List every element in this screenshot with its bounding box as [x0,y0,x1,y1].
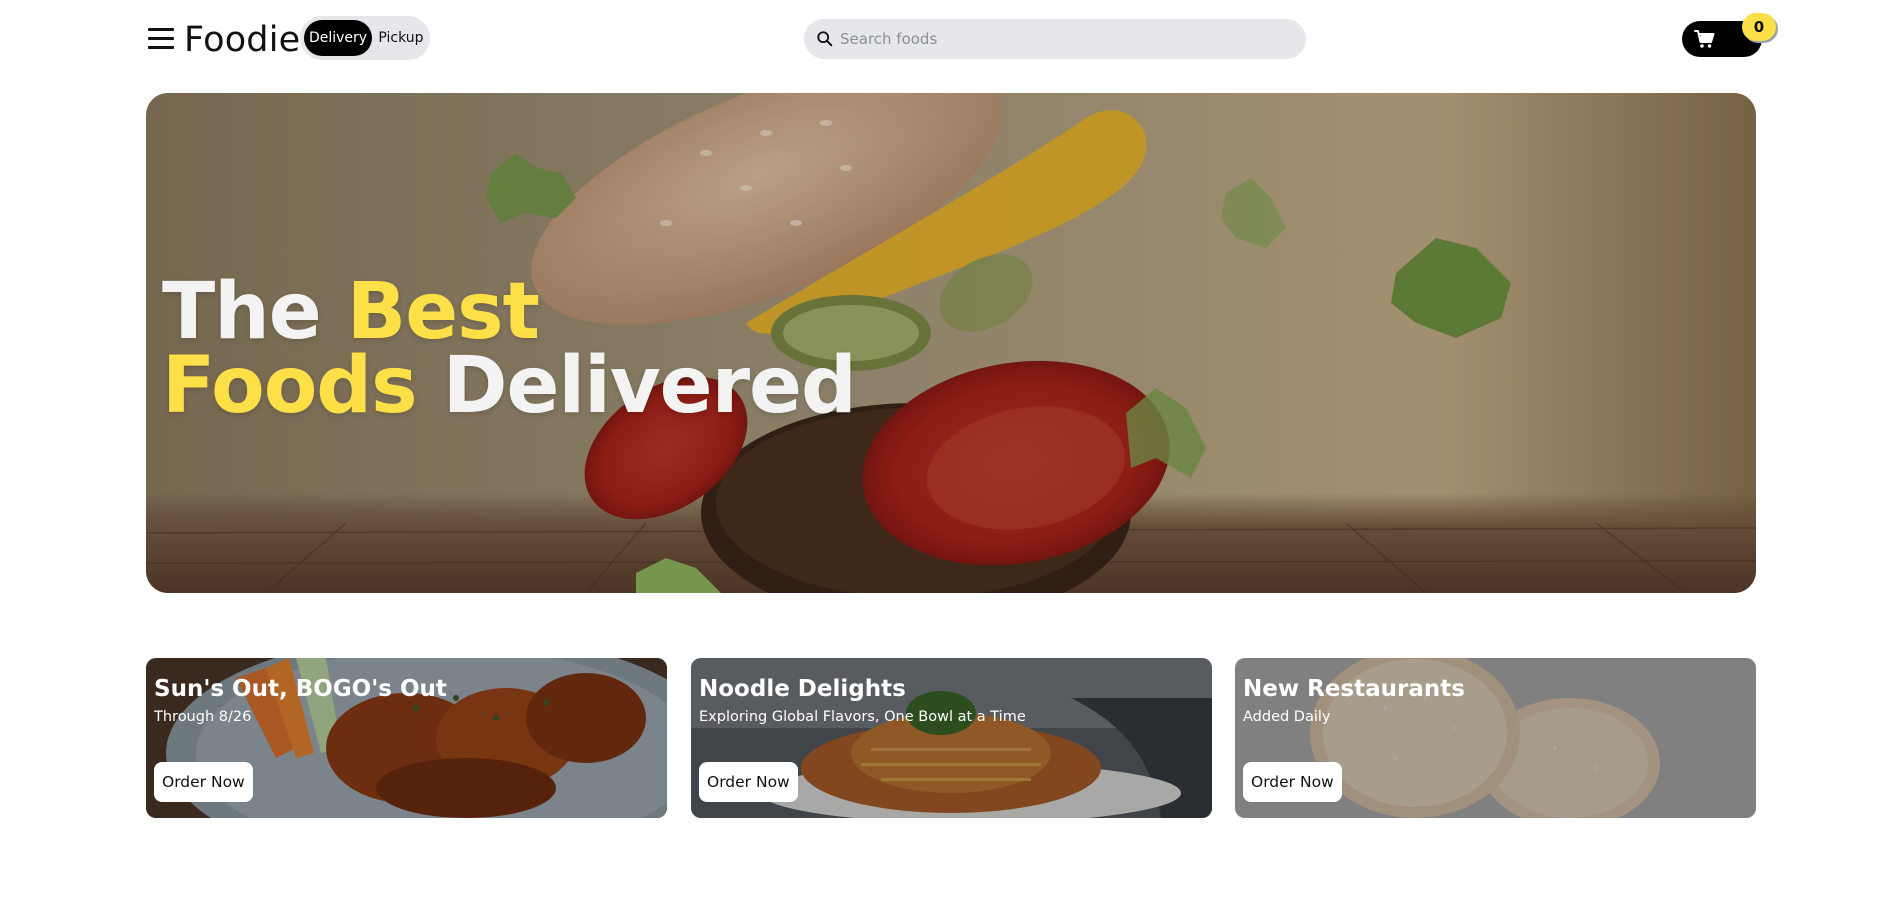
promo-title: New Restaurants [1243,676,1465,702]
hero-banner: The Best Foods Delivered [146,93,1756,593]
order-now-button[interactable]: Order Now [699,762,798,802]
order-now-button[interactable]: Order Now [1243,762,1342,802]
promo-card-new-restaurants[interactable]: New Restaurants Added Daily Order Now [1235,658,1756,818]
hero-word-delivered: Delivered [442,341,857,431]
promo-card-noodles[interactable]: Noodle Delights Exploring Global Flavors… [691,658,1212,818]
promo-title: Sun's Out, BOGO's Out [154,676,447,702]
page: Foodie Delivery Pickup 0 [0,0,1898,920]
top-nav: Foodie Delivery Pickup 0 [146,13,1776,64]
promo-card-bogo[interactable]: Sun's Out, BOGO's Out Through 8/26 Order… [146,658,667,818]
delivery-pickup-toggle: Delivery Pickup [300,16,430,60]
hamburger-menu-icon[interactable] [148,28,174,50]
hero-word-foods: Foods [162,341,418,431]
search-icon [817,31,833,47]
promo-cards: Sun's Out, BOGO's Out Through 8/26 Order… [146,658,1756,818]
hero-headline: The Best Foods Delivered [162,273,857,425]
search-bar [804,19,1306,59]
cart-icon [1694,30,1715,48]
promo-subtitle: Through 8/26 [154,709,252,725]
promo-subtitle: Added Daily [1243,709,1331,725]
brand-logo[interactable]: Foodie [184,20,300,60]
order-now-button[interactable]: Order Now [154,762,253,802]
pickup-toggle-button[interactable]: Pickup [376,20,426,56]
promo-title: Noodle Delights [699,676,906,702]
cart-count-badge: 0 [1742,13,1776,41]
delivery-toggle-button[interactable]: Delivery [304,20,372,56]
promo-subtitle: Exploring Global Flavors, One Bowl at a … [699,709,1026,725]
search-input[interactable] [840,19,1290,59]
